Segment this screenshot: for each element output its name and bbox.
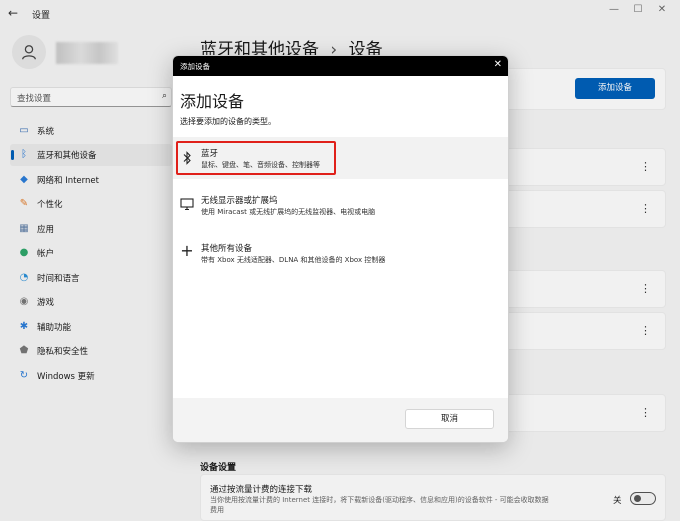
option-desc: 使用 Miracast 或无线扩展坞的无线监视器、电视或电脑: [201, 208, 376, 216]
plus-icon: +: [180, 241, 194, 260]
dialog-title-bar: 添加设备 ✕: [173, 56, 508, 76]
option-title: 其他所有设备: [201, 244, 253, 254]
dialog-subtitle: 选择要添加的设备的类型。: [180, 117, 276, 126]
add-device-dialog: 添加设备 ✕ 添加设备 选择要添加的设备的类型。 蓝牙 鼠标、键盘、笔、音频设备…: [172, 55, 509, 443]
option-wireless-display[interactable]: 无线显示器或扩展坞 使用 Miracast 或无线扩展坞的无线监视器、电视或电脑: [173, 186, 508, 228]
option-title: 无线显示器或扩展坞: [201, 196, 278, 206]
dialog-title: 添加设备: [180, 62, 210, 71]
option-desc: 带有 Xbox 无线适配器、DLNA 和其他设备的 Xbox 控制器: [201, 256, 386, 264]
cancel-button[interactable]: 取消: [405, 409, 494, 429]
highlight-box: [176, 141, 336, 175]
close-icon[interactable]: ✕: [494, 59, 502, 70]
dialog-heading: 添加设备: [180, 92, 245, 111]
monitor-icon: [180, 197, 194, 211]
option-everything-else[interactable]: + 其他所有设备 带有 Xbox 无线适配器、DLNA 和其他设备的 Xbox …: [173, 234, 508, 276]
